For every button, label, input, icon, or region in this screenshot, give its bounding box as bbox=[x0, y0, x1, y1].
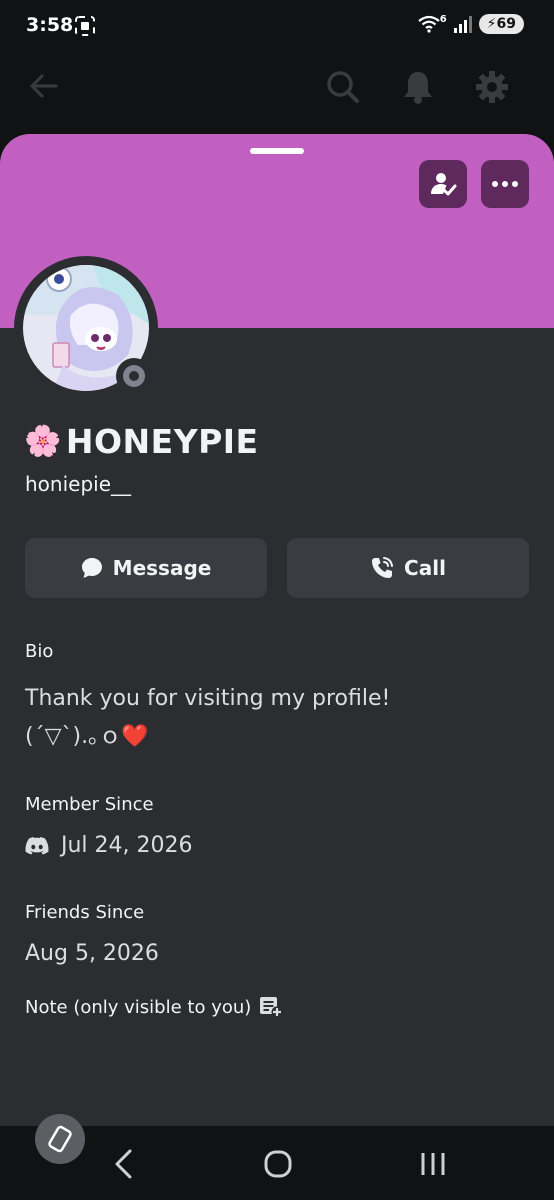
nav-back-icon[interactable] bbox=[112, 1148, 136, 1180]
friend-check-icon bbox=[431, 173, 457, 196]
display-name: 🌸 HONEYPIE bbox=[24, 422, 259, 461]
status-bar: 3:58 6 ⚡69 bbox=[0, 0, 554, 52]
profile-sheet: 🌸 HONEYPIE honiepie__ Message Call Bio T… bbox=[0, 134, 554, 1126]
back-arrow-icon[interactable] bbox=[28, 70, 60, 102]
nav-recents-icon[interactable] bbox=[418, 1148, 448, 1180]
offline-status-indicator bbox=[116, 358, 152, 394]
avatar-container[interactable] bbox=[14, 256, 158, 400]
phone-icon bbox=[372, 557, 394, 578]
note-label: Note (only visible to you) bbox=[25, 996, 252, 1018]
heart-emoji: ❤️ bbox=[121, 724, 149, 749]
bio-kaomoji: (´▽`).｡ｏ bbox=[25, 724, 122, 749]
wifi-icon bbox=[418, 15, 440, 33]
note-add-icon[interactable] bbox=[259, 996, 283, 1018]
more-options-button[interactable] bbox=[481, 160, 529, 208]
sheet-drag-handle[interactable] bbox=[250, 148, 304, 154]
screen-record-icon bbox=[75, 16, 95, 36]
discord-icon bbox=[25, 837, 49, 855]
chat-bubble-icon bbox=[81, 558, 102, 578]
call-button[interactable]: Call bbox=[287, 538, 529, 598]
friends-since-date: Aug 5, 2026 bbox=[25, 941, 159, 966]
member-since-row: Jul 24, 2026 bbox=[25, 827, 193, 865]
bio-label: Bio bbox=[25, 641, 54, 662]
bell-icon[interactable] bbox=[402, 70, 434, 104]
bio-line-2: (´▽`).｡ｏ❤️ bbox=[25, 718, 390, 756]
member-since-date: Jul 24, 2026 bbox=[61, 833, 193, 858]
message-button[interactable]: Message bbox=[25, 538, 267, 598]
message-label: Message bbox=[112, 556, 212, 580]
bio-text: Thank you for visiting my profile! (´▽`)… bbox=[25, 680, 390, 756]
gear-icon[interactable] bbox=[475, 70, 509, 104]
more-icon bbox=[492, 181, 518, 187]
background-nav bbox=[0, 70, 554, 114]
friends-since-label: Friends Since bbox=[25, 902, 145, 923]
status-time: 3:58 bbox=[26, 14, 74, 36]
rotate-icon bbox=[48, 1125, 72, 1153]
bio-line-1: Thank you for visiting my profile! bbox=[25, 686, 391, 711]
search-icon[interactable] bbox=[326, 70, 360, 104]
name-emoji: 🌸 bbox=[24, 424, 62, 459]
call-label: Call bbox=[404, 556, 446, 580]
display-name-text: HONEYPIE bbox=[65, 422, 259, 461]
nav-home-icon[interactable] bbox=[264, 1148, 292, 1180]
username: honiepie__ bbox=[25, 472, 132, 496]
friend-status-button[interactable] bbox=[419, 160, 467, 208]
rotate-screen-button[interactable] bbox=[35, 1114, 85, 1164]
status-indicators: 6 ⚡69 bbox=[418, 14, 524, 34]
note-row[interactable]: Note (only visible to you) bbox=[25, 996, 283, 1018]
signal-icon bbox=[453, 16, 472, 33]
battery-indicator: ⚡69 bbox=[478, 14, 524, 34]
network-badge: 6 bbox=[439, 13, 447, 25]
member-since-label: Member Since bbox=[25, 794, 154, 815]
battery-level: 69 bbox=[496, 16, 516, 32]
